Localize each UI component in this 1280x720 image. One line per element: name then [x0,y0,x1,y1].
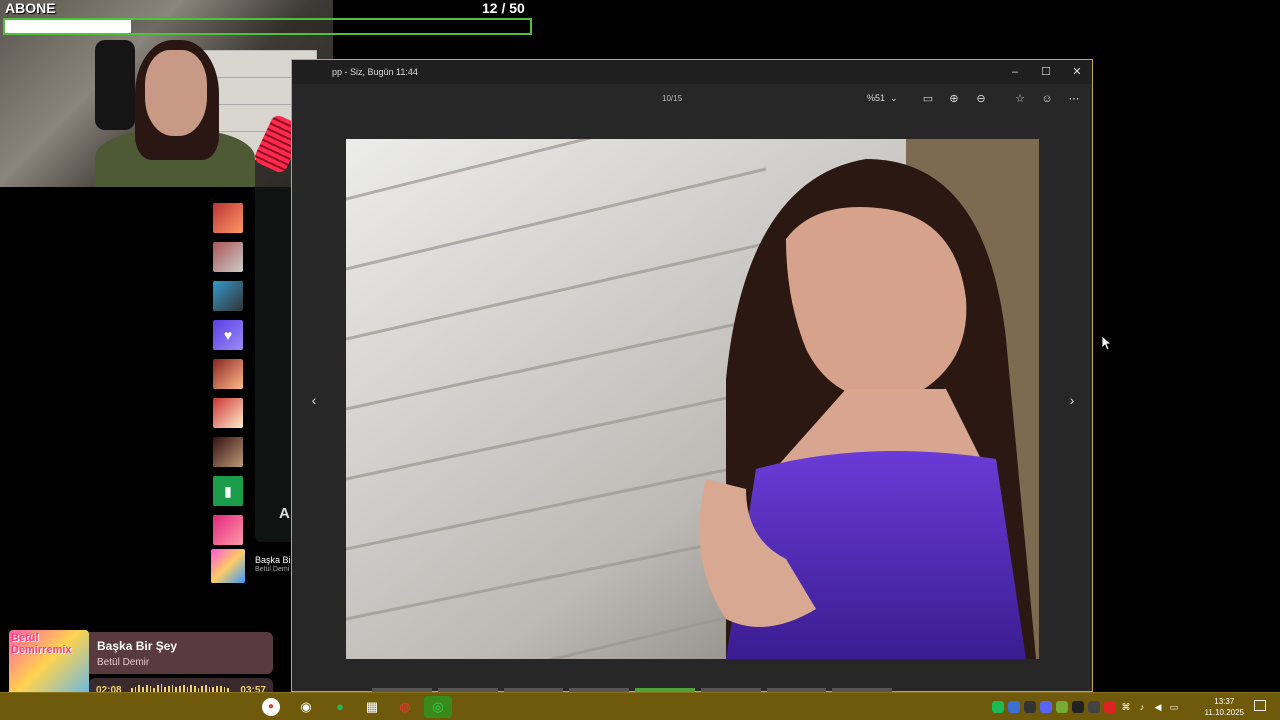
system-clock[interactable]: 13:37 11.10.2025 [1205,696,1244,718]
emoji-icon[interactable]: ☺ [1039,91,1055,107]
next-image-icon[interactable]: › [1062,392,1082,408]
playlist-thumb[interactable] [213,515,243,545]
steam-icon[interactable]: ◉ [292,696,320,718]
previous-image-icon[interactable]: ‹ [304,392,324,408]
zoom-in-icon[interactable]: ⊕ [946,91,962,107]
photo-image [346,139,1039,659]
music-app-panel: A [255,187,292,542]
fit-icon[interactable]: ▭ [920,91,936,107]
store-icon[interactable]: ▦ [358,696,386,718]
subscribe-goal-count: 12 / 50 [482,0,525,16]
taskbar: ● ◉ ● ▦ ◍ ◎ ⌘ ♪ ◀ ▭ 13:37 11.10.2025 [0,692,1280,720]
playlist-thumb[interactable] [213,203,243,233]
tray-app-icon[interactable] [1024,701,1036,713]
window-title: pp - Siz, Bugün 11:44 [332,67,418,77]
playlist-list: ♥ ▮ [213,203,245,554]
streamer [95,40,255,187]
maximize-icon[interactable]: ☐ [1031,62,1061,82]
minimize-icon[interactable]: – [1000,62,1030,82]
viewer-toolbar: 10/15 %51 ⌄ ▭ ⊕ ⊖ ☆ ☺ ⋯ [292,84,1092,114]
photo-viewer-window: pp - Siz, Bugün 11:44 – ☐ ✕ 10/15 %51 ⌄ … [291,59,1093,692]
mini-player-cover [211,549,245,583]
liked-songs-heart-icon[interactable]: ♥ [213,320,243,350]
subscribe-goal-label: ABONE [5,0,56,16]
playlist-thumb[interactable] [213,437,243,467]
discord-tray-icon[interactable] [1040,701,1052,713]
subscribe-goal-fill [5,20,131,33]
bookmark-icon[interactable]: ▮ [213,476,243,506]
track-artist: Betül Demir [97,657,150,668]
playlist-thumb[interactable] [213,398,243,428]
image-counter: 10/15 [662,94,683,103]
steam-tray-icon[interactable] [1072,701,1084,713]
mini-player-title: Başka Bir [255,555,294,565]
mic-icon[interactable]: ♪ [1136,701,1148,713]
whatsapp-icon[interactable]: ◎ [424,696,452,718]
clock-date: 11.10.2025 [1204,708,1244,717]
notifications-icon[interactable] [1254,700,1266,711]
network-icon[interactable]: ⌘ [1120,701,1132,713]
more-icon[interactable]: ⋯ [1066,91,1082,107]
close-icon[interactable]: ✕ [1062,62,1092,82]
title-bar[interactable]: pp - Siz, Bugün 11:44 – ☐ ✕ [292,60,1092,84]
clock-time: 13:37 [1214,697,1235,706]
app-icon[interactable]: ◍ [391,696,419,718]
subscribe-goal-bar [3,18,532,35]
zoom-out-icon[interactable]: ⊖ [973,91,989,107]
volume-icon[interactable]: ◀ [1152,701,1164,713]
mouse-cursor-icon [1102,336,1112,351]
track-info-card: Başka Bir Şey Betül Demir [89,632,273,674]
tray-app-icon[interactable] [1088,701,1100,713]
panel-heading: A [279,505,290,522]
displayed-photo[interactable] [346,139,1039,659]
tray-app-icon[interactable] [1056,701,1068,713]
music-app-sidebar: A ♥ ▮ Başka Bir Betül Demi [205,187,294,692]
mini-player-artist: Betül Demi [255,566,290,573]
spotify-icon[interactable]: ● [326,696,354,718]
spotify-tray-icon[interactable] [992,701,1004,713]
tray-app-icon[interactable] [1008,701,1020,713]
playlist-thumb[interactable] [213,359,243,389]
display-icon[interactable]: ▭ [1168,701,1180,713]
star-icon[interactable]: ☆ [1012,91,1028,107]
playlist-thumb[interactable] [213,281,243,311]
record-tray-icon[interactable] [1104,701,1116,713]
system-tray: ⌘ ♪ ◀ ▭ [992,698,1180,716]
zoom-dropdown[interactable]: %51 ⌄ [867,93,898,104]
playlist-thumb[interactable] [213,242,243,272]
track-title: Başka Bir Şey [97,639,178,653]
mini-player[interactable]: Başka Bir Betül Demi [211,549,294,583]
chrome-icon[interactable]: ● [262,698,280,716]
